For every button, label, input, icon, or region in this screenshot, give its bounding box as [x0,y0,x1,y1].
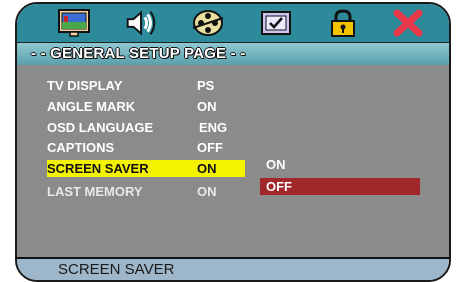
menu-item-label: CAPTIONS [47,140,115,155]
menu-item-screen-saver[interactable]: SCREEN SAVER ON [47,160,245,177]
menu-item-value: ON [197,184,217,199]
menu-item-value: ON [197,161,217,176]
menu-item-value: PS [197,78,215,93]
status-text: SCREEN SAVER [58,261,175,278]
page-title-bar: - - GENERAL SETUP PAGE - - [17,42,449,67]
icon-toolbar [17,4,449,42]
menu-item-value: ON [197,99,217,114]
menu-item-label: ANGLE MARK [47,99,136,114]
speaker-audio-icon[interactable] [122,7,160,39]
option-off[interactable]: OFF [260,178,420,195]
option-label: OFF [266,179,292,194]
dvd-setup-frame: - - GENERAL SETUP PAGE - - TV DISPLAY PS… [15,2,451,282]
checkbox-screen-icon[interactable] [257,7,295,39]
close-x-icon[interactable] [389,7,427,39]
menu-item-label: TV DISPLAY [47,78,123,93]
page-title: - - GENERAL SETUP PAGE - - [31,45,246,62]
menu-item-label: LAST MEMORY [47,184,143,199]
status-bar: SCREEN SAVER [17,257,449,280]
option-label: ON [266,157,286,172]
menu-item-label: OSD LANGUAGE [47,120,154,135]
option-on[interactable]: ON [260,156,420,173]
film-reel-icon[interactable] [189,7,227,39]
padlock-icon[interactable] [324,7,362,39]
settings-menu: TV DISPLAY PS ANGLE MARK ON OSD LANGUAGE… [17,65,449,257]
menu-item-value: ENG [199,120,228,135]
menu-item-label: SCREEN SAVER [47,161,149,176]
tv-display-icon[interactable] [55,7,93,39]
menu-item-value: OFF [197,140,223,155]
